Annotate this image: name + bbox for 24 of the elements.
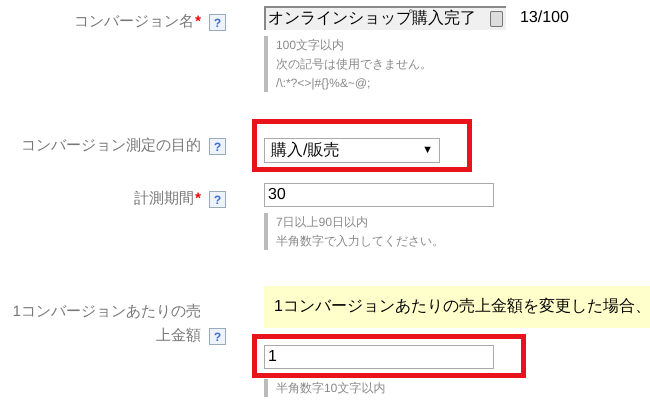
required-mark: * xyxy=(195,13,201,30)
field-label: コンバージョン測定の目的 xyxy=(21,137,201,154)
hint-text: 次の記号は使用できません。 xyxy=(276,57,432,71)
help-icon[interactable]: ? xyxy=(209,328,226,345)
hint-text: /\:*?<>|#{}%&~@; xyxy=(276,76,372,90)
hint-text: 半角数字10文字以内 xyxy=(276,381,386,395)
hint-text: 7日以上90日以内 xyxy=(276,215,370,229)
input-field[interactable]: オンラインショップ購入完了 xyxy=(264,6,506,30)
character-counter: 13/100 xyxy=(520,8,569,28)
field-label: 計測期間 xyxy=(134,190,194,207)
hint-text: 半角数字で入力してください。 xyxy=(276,234,444,248)
notice-banner: 1コンバージョンあたりの売上金額を変更した場合、 xyxy=(264,286,650,328)
help-icon[interactable]: ? xyxy=(209,14,226,31)
field-label: 1コンバージョンあたりの売上金額 xyxy=(12,303,201,344)
help-icon[interactable]: ? xyxy=(209,138,226,155)
input-field[interactable]: 1 xyxy=(264,345,494,369)
field-label: コンバージョン名 xyxy=(74,13,194,30)
dropdown[interactable]: 購入/販売 ▼ xyxy=(264,138,440,163)
caret-icon: ▼ xyxy=(422,142,433,159)
required-mark: * xyxy=(195,190,201,207)
contact-card-icon xyxy=(490,11,503,27)
hint-text: 100文字以内 xyxy=(276,38,346,52)
help-icon[interactable]: ? xyxy=(209,191,226,208)
input-field[interactable]: 30 xyxy=(264,183,494,207)
